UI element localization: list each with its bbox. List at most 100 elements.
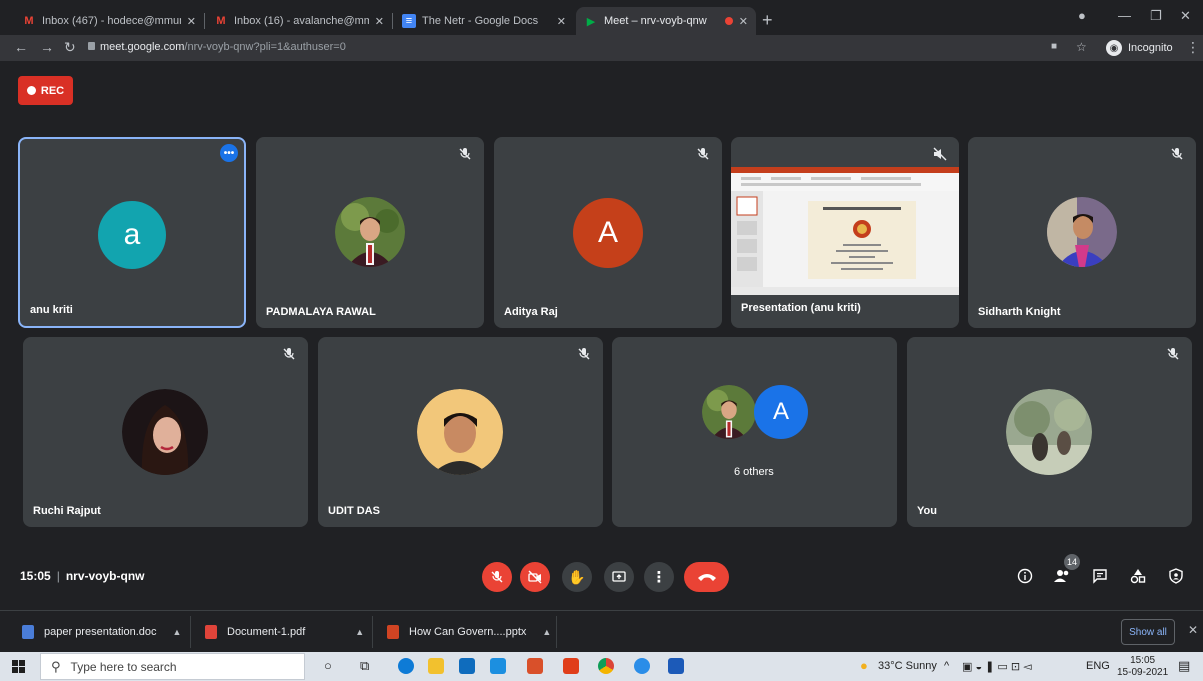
tab-gmail-inbox-1[interactable]: M Inbox (467) - hodece@mmumull ✕: [14, 7, 204, 35]
search-icon: ⚲: [51, 658, 61, 674]
mic-toggle-button[interactable]: [482, 562, 512, 592]
new-tab-button[interactable]: +: [762, 10, 773, 31]
meet-icon: ▶: [586, 15, 596, 28]
mic-off-icon: [459, 148, 471, 160]
chevron-up-icon[interactable]: ▲: [355, 627, 364, 637]
close-icon[interactable]: ✕: [375, 15, 384, 28]
participant-name: PADMALAYA RAWAL: [266, 306, 376, 318]
docs-icon: ≡: [402, 14, 416, 28]
chevron-up-icon[interactable]: ▲: [173, 627, 182, 637]
present-screen-button[interactable]: [604, 562, 634, 592]
close-icon[interactable]: ✕: [187, 15, 196, 28]
store-icon[interactable]: [490, 658, 506, 674]
profile-photo: [335, 197, 405, 267]
office-icon[interactable]: [563, 658, 579, 674]
more-options-button[interactable]: ⋮: [644, 562, 674, 592]
meeting-info: 15:05 | nrv-voyb-qnw: [20, 569, 145, 583]
download-item[interactable]: Document-1.pdf ▲: [205, 623, 364, 641]
weather-icon[interactable]: ●: [860, 658, 868, 673]
present-icon: [612, 571, 626, 582]
download-filename: Document-1.pdf: [227, 626, 306, 638]
chevron-up-icon[interactable]: ▲: [542, 627, 551, 637]
participant-count-badge: 14: [1064, 554, 1080, 570]
mail-icon[interactable]: [459, 658, 475, 674]
avatar: A: [754, 385, 808, 439]
meeting-details-icon[interactable]: [1015, 566, 1035, 586]
task-view-icon[interactable]: ⧉: [360, 658, 369, 674]
presentation-tile[interactable]: Presentation (anu kriti): [731, 137, 959, 328]
profile-photo: [702, 385, 756, 439]
camera-icon[interactable]: ■: [1051, 41, 1057, 52]
participant-tile-padmalaya-rawal[interactable]: PADMALAYA RAWAL: [256, 137, 484, 328]
download-divider: [556, 616, 557, 648]
more-options-icon[interactable]: •••: [220, 144, 238, 162]
window-close-icon[interactable]: ✕: [1180, 8, 1191, 24]
participant-tile-others[interactable]: A 6 others: [612, 337, 897, 527]
profile-photo: [122, 389, 208, 475]
tab-strip: M Inbox (467) - hodece@mmumull ✕ M Inbox…: [0, 0, 1203, 35]
mic-off-icon: [697, 148, 709, 160]
participant-name: UDIT DAS: [328, 505, 380, 517]
tab-meet[interactable]: ▶ Meet – nrv-voyb-qnw ✕: [576, 7, 756, 35]
close-icon[interactable]: ✕: [1188, 623, 1198, 637]
forward-icon[interactable]: →: [40, 39, 54, 55]
address-bar[interactable]: meet.google.com/nrv-voyb-qnw?pli=1&authu…: [100, 41, 346, 53]
chrome-icon[interactable]: [598, 658, 614, 674]
chevron-up-icon[interactable]: ^: [944, 660, 949, 672]
mic-off-icon: [491, 571, 503, 583]
avatar: A: [573, 198, 643, 268]
download-shelf: paper presentation.doc ▲ Document-1.pdf …: [0, 610, 1203, 652]
recording-badge: REC: [18, 76, 73, 105]
skype-icon[interactable]: [634, 658, 650, 674]
host-controls-icon[interactable]: [1166, 566, 1186, 586]
tray-icons[interactable]: ▣ ◒ ❚ ▭ ⊡ ◅: [962, 660, 1032, 673]
participant-tile-udit-das[interactable]: UDIT DAS: [318, 337, 603, 527]
star-icon[interactable]: ☆: [1076, 40, 1087, 54]
cortana-icon[interactable]: ○: [324, 658, 332, 673]
participant-tile-you[interactable]: You: [907, 337, 1192, 527]
profile-icon[interactable]: ●: [1078, 8, 1086, 23]
browser-toolbar: ← → ↻ meet.google.com/nrv-voyb-qnw?pli=1…: [0, 35, 1203, 61]
download-divider: [190, 616, 191, 648]
participant-tile-anu-kriti[interactable]: ••• a anu kriti: [18, 137, 246, 328]
matlab-icon[interactable]: [527, 658, 543, 674]
notifications-icon[interactable]: ▤: [1178, 658, 1190, 674]
avatar: a: [98, 201, 166, 269]
reload-icon[interactable]: ↻: [64, 39, 76, 56]
file-explorer-icon[interactable]: [428, 658, 444, 674]
camera-toggle-button[interactable]: [520, 562, 550, 592]
show-all-button[interactable]: Show all: [1121, 619, 1175, 645]
download-item[interactable]: How Can Govern....pptx ▲: [387, 623, 551, 641]
download-item[interactable]: paper presentation.doc ▲: [22, 623, 181, 641]
close-icon[interactable]: ✕: [557, 15, 566, 28]
back-icon[interactable]: ←: [14, 39, 28, 55]
windows-start-icon[interactable]: [12, 660, 25, 673]
mic-off-icon: [1171, 148, 1183, 160]
incognito-label: Incognito: [1128, 42, 1173, 54]
minimize-icon[interactable]: —: [1118, 8, 1131, 23]
participant-name: Presentation (anu kriti): [741, 302, 861, 314]
tab-google-docs[interactable]: ≡ The Netr - Google Docs ✕: [394, 7, 574, 35]
activities-icon[interactable]: [1128, 566, 1148, 586]
weather-label[interactable]: 33°C Sunny: [878, 660, 937, 672]
raise-hand-button[interactable]: ✋: [562, 562, 592, 592]
chat-icon[interactable]: [1090, 566, 1110, 586]
close-icon[interactable]: ✕: [739, 15, 748, 28]
leave-call-button[interactable]: [684, 562, 729, 592]
menu-kebab-icon[interactable]: ⋮: [1186, 39, 1200, 56]
restore-icon[interactable]: ❐: [1150, 8, 1162, 24]
word-icon[interactable]: [668, 658, 684, 674]
participant-tile-sidharth-knight[interactable]: Sidharth Knight: [968, 137, 1196, 328]
profile-photo: [417, 389, 503, 475]
tab-divider: [204, 13, 205, 29]
taskbar-search-input[interactable]: ⚲ Type here to search: [40, 653, 305, 680]
edge-icon[interactable]: [398, 658, 414, 674]
language-label[interactable]: ENG: [1086, 660, 1110, 672]
taskbar-clock[interactable]: 15:05 15-09-2021: [1117, 655, 1168, 679]
tab-gmail-inbox-2[interactable]: M Inbox (16) - avalanche@mmumu ✕: [206, 7, 392, 35]
participant-tile-aditya-raj[interactable]: A Aditya Raj: [494, 137, 722, 328]
powerpoint-file-icon: [387, 625, 399, 639]
participant-tile-ruchi-rajput[interactable]: Ruchi Rajput: [23, 337, 308, 527]
incognito-badge[interactable]: ◉ Incognito: [1106, 38, 1173, 58]
tab-title: Meet – nrv-voyb-qnw: [604, 15, 707, 27]
